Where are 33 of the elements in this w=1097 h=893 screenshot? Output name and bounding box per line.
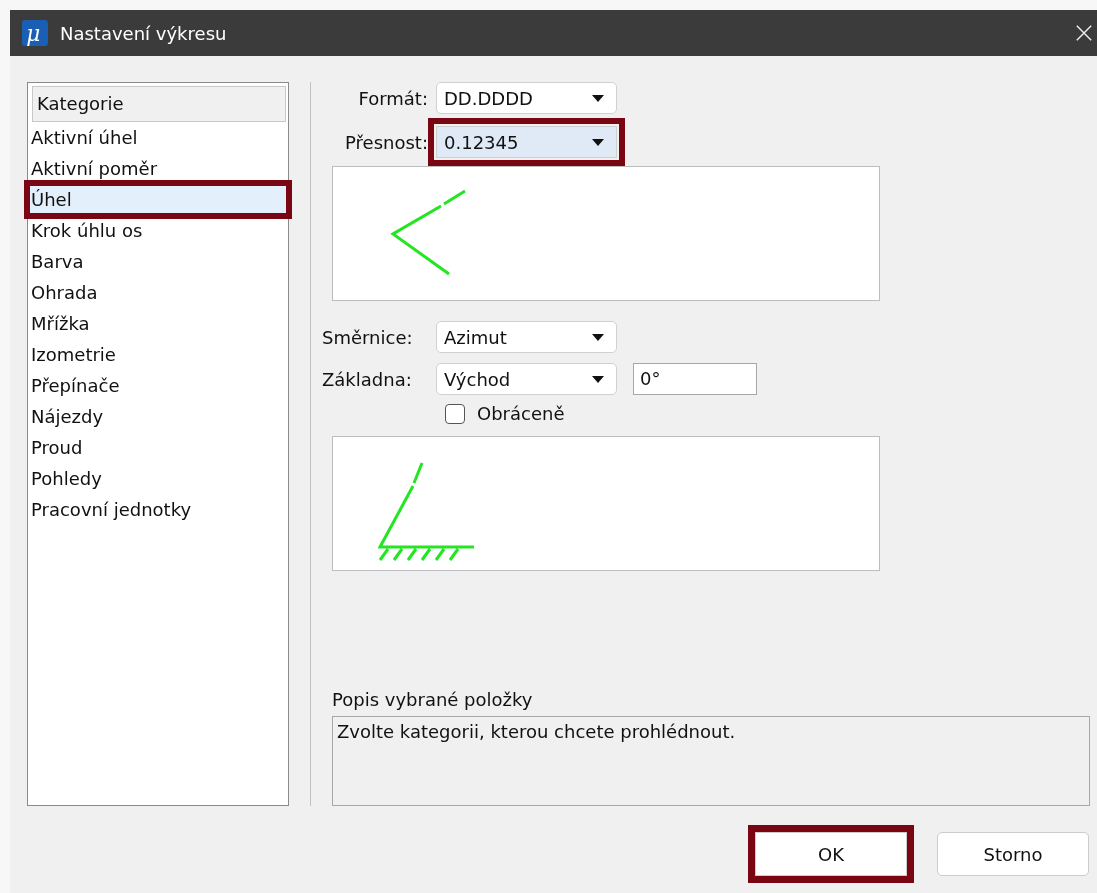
list-item[interactable]: Přepínače xyxy=(28,370,288,401)
list-item[interactable]: Pracovní jednotky xyxy=(28,494,288,525)
list-item[interactable]: Barva xyxy=(28,246,288,277)
field-label: Základna: xyxy=(322,368,413,390)
cancel-button[interactable]: Storno xyxy=(937,832,1089,876)
caret-icon xyxy=(592,333,604,341)
caret-icon xyxy=(592,138,604,146)
list-item[interactable]: Mřížka xyxy=(28,308,288,339)
field-label: Přesnost: xyxy=(344,131,428,153)
window-title: Nastavení výkresu xyxy=(60,22,228,44)
checkbox[interactable] xyxy=(445,403,465,424)
field-label: Směrnice: xyxy=(322,326,414,348)
checkbox-label[interactable]: Obráceně xyxy=(477,403,565,424)
dropdown[interactable]: Východ xyxy=(436,363,617,395)
caret-icon xyxy=(592,375,604,383)
dropdown[interactable]: Azimut xyxy=(436,321,617,353)
list-item[interactable]: Ohrada xyxy=(28,277,288,308)
list-item[interactable]: Proud xyxy=(28,432,288,463)
dropdown[interactable]: DD.DDDD xyxy=(436,82,617,114)
list-item[interactable]: Nájezdy xyxy=(28,401,288,432)
field-label: Formát: xyxy=(357,87,428,109)
list-header[interactable]: Kategorie xyxy=(32,86,286,122)
description-label: Popis vybrané položky xyxy=(332,689,534,710)
angle-input-field[interactable]: 0° xyxy=(633,363,757,395)
list-item[interactable]: Izometrie xyxy=(28,339,288,370)
list-item[interactable]: Aktivní poměr xyxy=(28,153,288,184)
caret-icon xyxy=(592,94,604,102)
list-item[interactable]: Pohledy xyxy=(28,463,288,494)
list-item[interactable]: Aktivní úhel xyxy=(28,122,288,153)
description-text: Zvolte kategorii, kterou chcete prohlédnout. xyxy=(332,716,1090,806)
list-item[interactable]: Krok úhlu os xyxy=(28,215,288,246)
app-logo-icon: μ xyxy=(22,20,48,46)
close-icon[interactable] xyxy=(1075,24,1093,42)
